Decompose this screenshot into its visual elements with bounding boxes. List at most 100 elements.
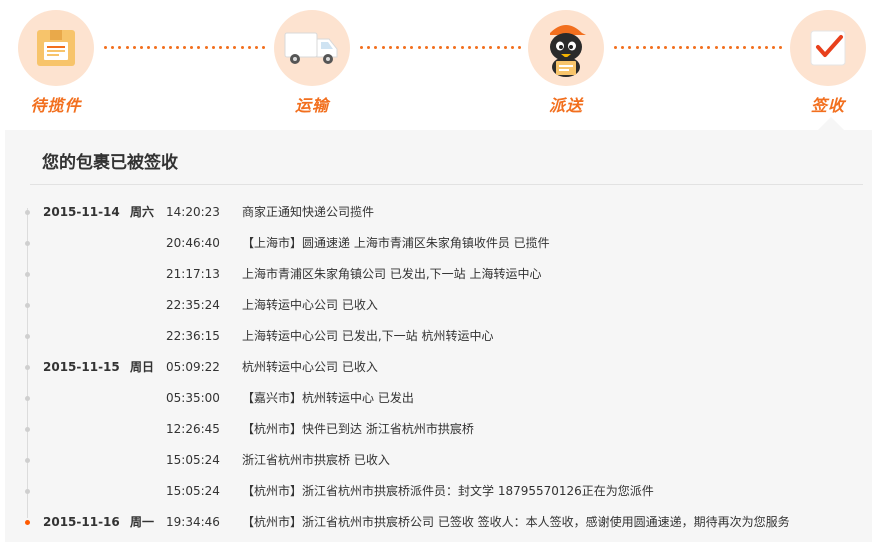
connector-dot <box>714 46 718 49</box>
row-time: 19:34:46 <box>166 515 220 529</box>
row-time: 14:20:23 <box>166 205 220 219</box>
step-label: 签收 <box>810 96 845 115</box>
timeline-dot <box>25 427 30 432</box>
connector-dot <box>111 46 115 49</box>
connector-dot <box>431 46 435 49</box>
package-icon <box>37 30 75 66</box>
timeline-dot <box>25 241 30 246</box>
connector-dot <box>693 46 697 49</box>
row-description: 【杭州市】快件已到达 浙江省杭州市拱宸桥 <box>242 422 474 436</box>
connector-dot <box>649 46 653 49</box>
connector-dot <box>446 46 450 49</box>
connector-dot <box>395 46 399 49</box>
tracking-row: 2015-11-15 周日 05:09:22 杭州转运中心公司 已收入 <box>5 352 872 383</box>
signed-check-icon <box>810 30 846 66</box>
connector-dot <box>700 46 704 49</box>
step-signed: 签收 <box>790 10 866 122</box>
connector-dot <box>721 46 725 49</box>
tracking-row: 21:17:13 上海市青浦区朱家角镇公司 已发出,下一站 上海转运中心 <box>5 259 872 290</box>
connector-dot <box>417 46 421 49</box>
connector-dot <box>764 46 768 49</box>
connector-dot <box>147 46 151 49</box>
connector-dot <box>772 46 776 49</box>
step-connector <box>614 46 788 50</box>
divider <box>30 184 863 185</box>
row-time: 22:35:24 <box>166 298 220 312</box>
timeline-dot <box>25 334 30 339</box>
connector-dot <box>736 46 740 49</box>
row-time: 05:35:00 <box>166 391 220 405</box>
tracking-panel: 您的包裹已被签收 2015-11-14 周六 14:20:23 商家正通知快递公… <box>5 117 872 542</box>
connector-dot <box>460 46 464 49</box>
tracking-row: 15:05:24 【杭州市】浙江省杭州市拱宸桥派件员：封文学 187955701… <box>5 476 872 507</box>
row-time: 21:17:13 <box>166 267 220 281</box>
progress-stepper: 待揽件 运输 派送 签收 <box>0 0 872 130</box>
row-description: 【上海市】圆通速递 上海市青浦区朱家角镇收件员 已揽件 <box>242 236 550 250</box>
timeline-dot <box>25 365 30 370</box>
connector-dot <box>367 46 371 49</box>
connector-dot <box>211 46 215 49</box>
row-weekday: 周六 <box>130 205 155 219</box>
connector-dot <box>678 46 682 49</box>
connector-dot <box>183 46 187 49</box>
row-description: 【杭州市】浙江省杭州市拱宸桥公司 已签收 签收人：本人签收，感谢使用圆通速递，期… <box>242 515 790 529</box>
step-connector <box>360 46 526 50</box>
tracking-row: 05:35:00 【嘉兴市】杭州转运中心 已发出 <box>5 383 872 414</box>
row-time: 20:46:40 <box>166 236 220 250</box>
connector-dot <box>240 46 244 49</box>
tracking-list: 2015-11-14 周六 14:20:23 商家正通知快递公司揽件 20:46… <box>5 197 872 538</box>
row-time: 12:26:45 <box>166 422 220 436</box>
timeline-dot <box>25 210 30 215</box>
tracking-row: 2015-11-14 周六 14:20:23 商家正通知快递公司揽件 <box>5 197 872 228</box>
step-circle <box>18 10 94 86</box>
connector-dot <box>226 46 230 49</box>
courier-penguin-icon <box>550 25 586 77</box>
connector-dot <box>118 46 122 49</box>
connector-dot <box>139 46 143 49</box>
connector-dot <box>664 46 668 49</box>
timeline-dot-active <box>25 520 30 525</box>
connector-dot <box>467 46 471 49</box>
connector-dot <box>685 46 689 49</box>
connector-dot <box>635 46 639 49</box>
step-circle <box>790 10 866 86</box>
connector-dot <box>743 46 747 49</box>
tracking-row: 12:26:45 【杭州市】快件已到达 浙江省杭州市拱宸桥 <box>5 414 872 445</box>
row-description: 上海转运中心公司 已发出,下一站 杭州转运中心 <box>242 329 494 343</box>
connector-dot <box>197 46 201 49</box>
connector-dot <box>757 46 761 49</box>
connector-dot <box>381 46 385 49</box>
step-pending-pickup: 待揽件 <box>18 10 94 122</box>
connector-dot <box>439 46 443 49</box>
timeline-dot <box>25 489 30 494</box>
step-delivery: 派送 <box>528 10 604 122</box>
connector-dot <box>374 46 378 49</box>
step-circle <box>274 10 350 86</box>
connector-dot <box>729 46 732 49</box>
connector-dot <box>403 46 407 49</box>
step-label: 派送 <box>548 96 583 115</box>
row-time: 05:09:22 <box>166 360 220 374</box>
connector-dot <box>614 46 617 49</box>
row-description: 【杭州市】浙江省杭州市拱宸桥派件员：封文学 18795570126正在为您派件 <box>242 484 654 498</box>
connector-dot <box>190 46 194 49</box>
timeline-dot <box>25 458 30 463</box>
connector-dot <box>628 46 632 49</box>
row-description: 上海市青浦区朱家角镇公司 已发出,下一站 上海转运中心 <box>242 267 542 281</box>
tracking-row-latest: 2015-11-16 周一 19:34:46 【杭州市】浙江省杭州市拱宸桥公司 … <box>5 507 872 538</box>
row-weekday: 周一 <box>130 515 155 529</box>
connector-dot <box>204 46 208 49</box>
connector-dot <box>482 46 486 49</box>
step-transport: 运输 <box>274 10 350 122</box>
connector-dot <box>154 46 158 49</box>
connector-dot <box>132 46 136 49</box>
connector-dot <box>489 46 493 49</box>
connector-dot <box>475 46 478 49</box>
connector-dot <box>104 46 107 49</box>
connector-dot <box>254 46 258 49</box>
connector-dot <box>707 46 711 49</box>
connector-dot <box>642 46 646 49</box>
connector-dot <box>125 46 129 49</box>
tracking-row: 15:05:24 浙江省杭州市拱宸桥 已收入 <box>5 445 872 476</box>
connector-dot <box>657 46 661 49</box>
